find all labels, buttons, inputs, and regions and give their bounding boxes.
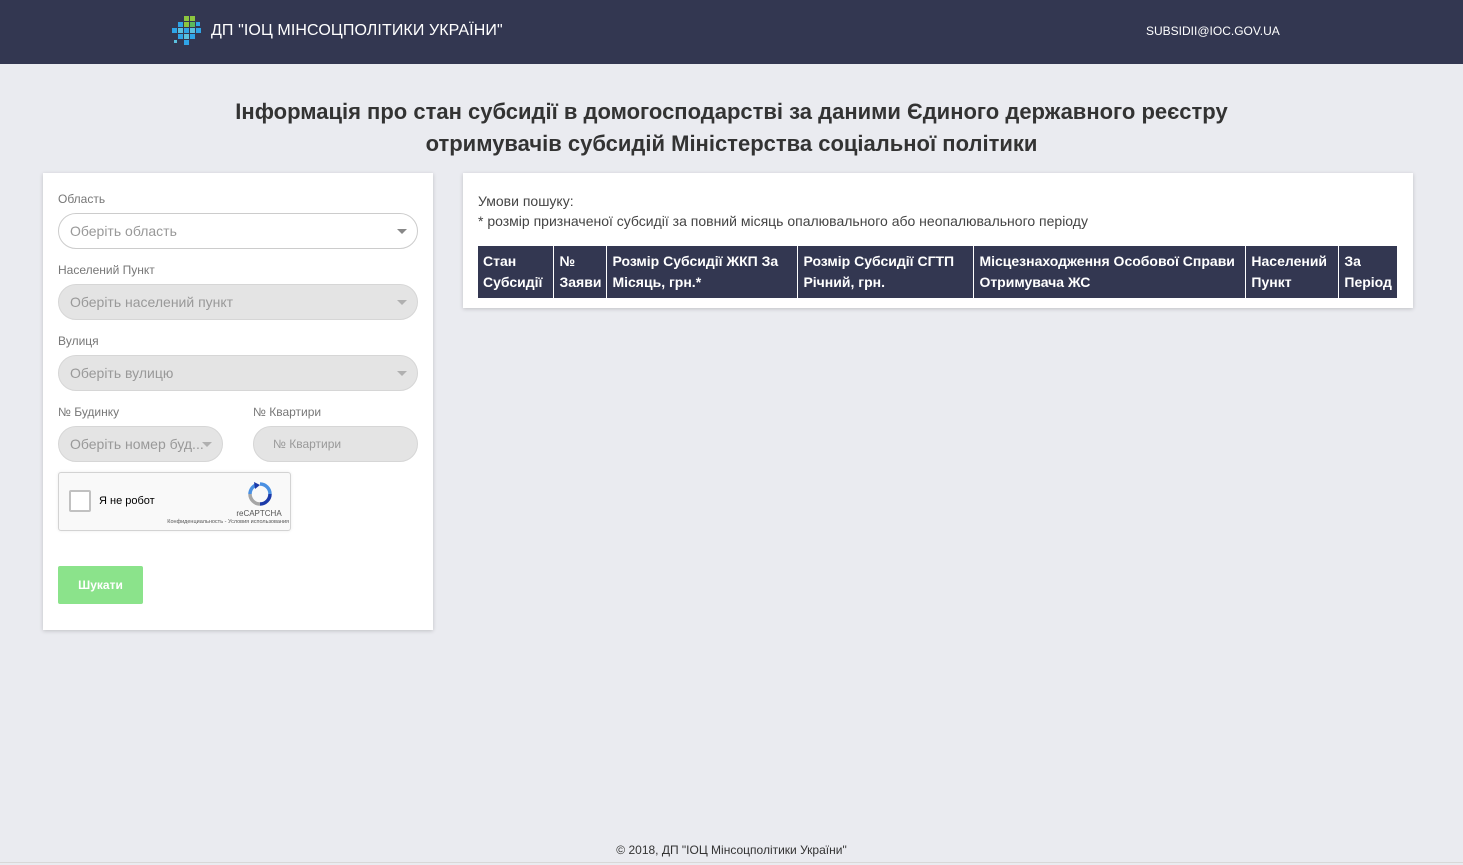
apartment-label: № Квартири xyxy=(253,405,322,419)
house-select[interactable]: Оберіть номер буд... xyxy=(58,426,223,462)
street-select[interactable]: Оберіть вулицю xyxy=(58,355,418,391)
recaptcha-checkbox[interactable] xyxy=(69,490,91,512)
search-form-panel: Область Оберіть область Населений Пункт … xyxy=(43,173,433,630)
conditions-title: Умови пошуку: xyxy=(478,193,574,209)
footer-copyright: © 2018, ДП "ІОЦ Мінсоцполітики України" xyxy=(616,843,847,857)
results-table: Стан Субсидії № Заяви Розмір Субсидії ЖК… xyxy=(478,246,1397,298)
page-title-line-2: отримувачів субсидій Міністерства соціал… xyxy=(425,131,1038,156)
page-title-line-1: Інформація про стан субсидії в домогоспо… xyxy=(235,99,1228,124)
street-select-value: Оберіть вулицю xyxy=(70,365,174,381)
recaptcha-privacy-links[interactable]: Конфиденциальность - Условия использован… xyxy=(139,519,289,525)
column-header-settlement: Населений Пункт xyxy=(1245,246,1340,298)
column-header-status: Стан Субсидії xyxy=(478,246,555,298)
footer-divider xyxy=(0,862,1463,863)
search-button[interactable]: Шукати xyxy=(58,566,143,604)
column-header-period: За Період xyxy=(1338,246,1397,298)
chevron-down-icon xyxy=(397,300,407,305)
chevron-down-icon xyxy=(397,371,407,376)
recaptcha-brand: reCAPTCHA xyxy=(236,509,282,518)
table-header-row: Стан Субсидії № Заяви Розмір Субсидії ЖК… xyxy=(478,246,1397,298)
column-header-case-location: Місцезнаходження Особової Справи Отримув… xyxy=(973,246,1247,298)
recaptcha-label: Я не робот xyxy=(99,495,155,507)
settlement-select[interactable]: Оберіть населений пункт xyxy=(58,284,418,320)
page-title: Інформація про стан субсидії в домогоспо… xyxy=(0,96,1463,160)
region-select-value: Оберіть область xyxy=(70,223,177,239)
results-panel: Умови пошуку: * розмір призначеної субси… xyxy=(463,173,1413,308)
column-header-monthly-subsidy: Розмір Субсидії ЖКП За Місяць, грн.* xyxy=(606,246,799,298)
search-conditions: Умови пошуку: * розмір призначеної субси… xyxy=(478,191,1088,231)
chevron-down-icon xyxy=(202,442,212,447)
recaptcha-widget: Я не робот reCAPTCHA Конфиденциальность … xyxy=(58,472,291,531)
contact-email-link[interactable]: SUBSIDII@IOC.GOV.UA xyxy=(1146,24,1280,38)
apartment-input[interactable] xyxy=(253,426,418,462)
house-select-value: Оберіть номер буд... xyxy=(70,436,204,452)
conditions-note: * розмір призначеної субсидії за повний … xyxy=(478,213,1088,229)
brand-name: ДП "ІОЦ МІНСОЦПОЛІТИКИ УКРАЇНИ" xyxy=(211,22,503,39)
column-header-application-number: № Заяви xyxy=(553,246,608,298)
settlement-select-value: Оберіть населений пункт xyxy=(70,294,234,310)
chevron-down-icon xyxy=(397,229,407,234)
settlement-label: Населений Пункт xyxy=(58,263,155,277)
top-header: ДП "ІОЦ МІНСОЦПОЛІТИКИ УКРАЇНИ" SUBSIDII… xyxy=(0,0,1463,64)
region-label: Область xyxy=(58,192,106,206)
brand[interactable]: ДП "ІОЦ МІНСОЦПОЛІТИКИ УКРАЇНИ" xyxy=(172,16,503,46)
logo-icon xyxy=(172,16,201,45)
column-header-annual-subsidy: Розмір Субсидії СГТП Річний, грн. xyxy=(797,246,975,298)
region-select[interactable]: Оберіть область xyxy=(58,213,418,249)
house-label: № Будинку xyxy=(58,405,120,419)
street-label: Вулиця xyxy=(58,334,99,348)
recaptcha-icon xyxy=(248,482,272,506)
